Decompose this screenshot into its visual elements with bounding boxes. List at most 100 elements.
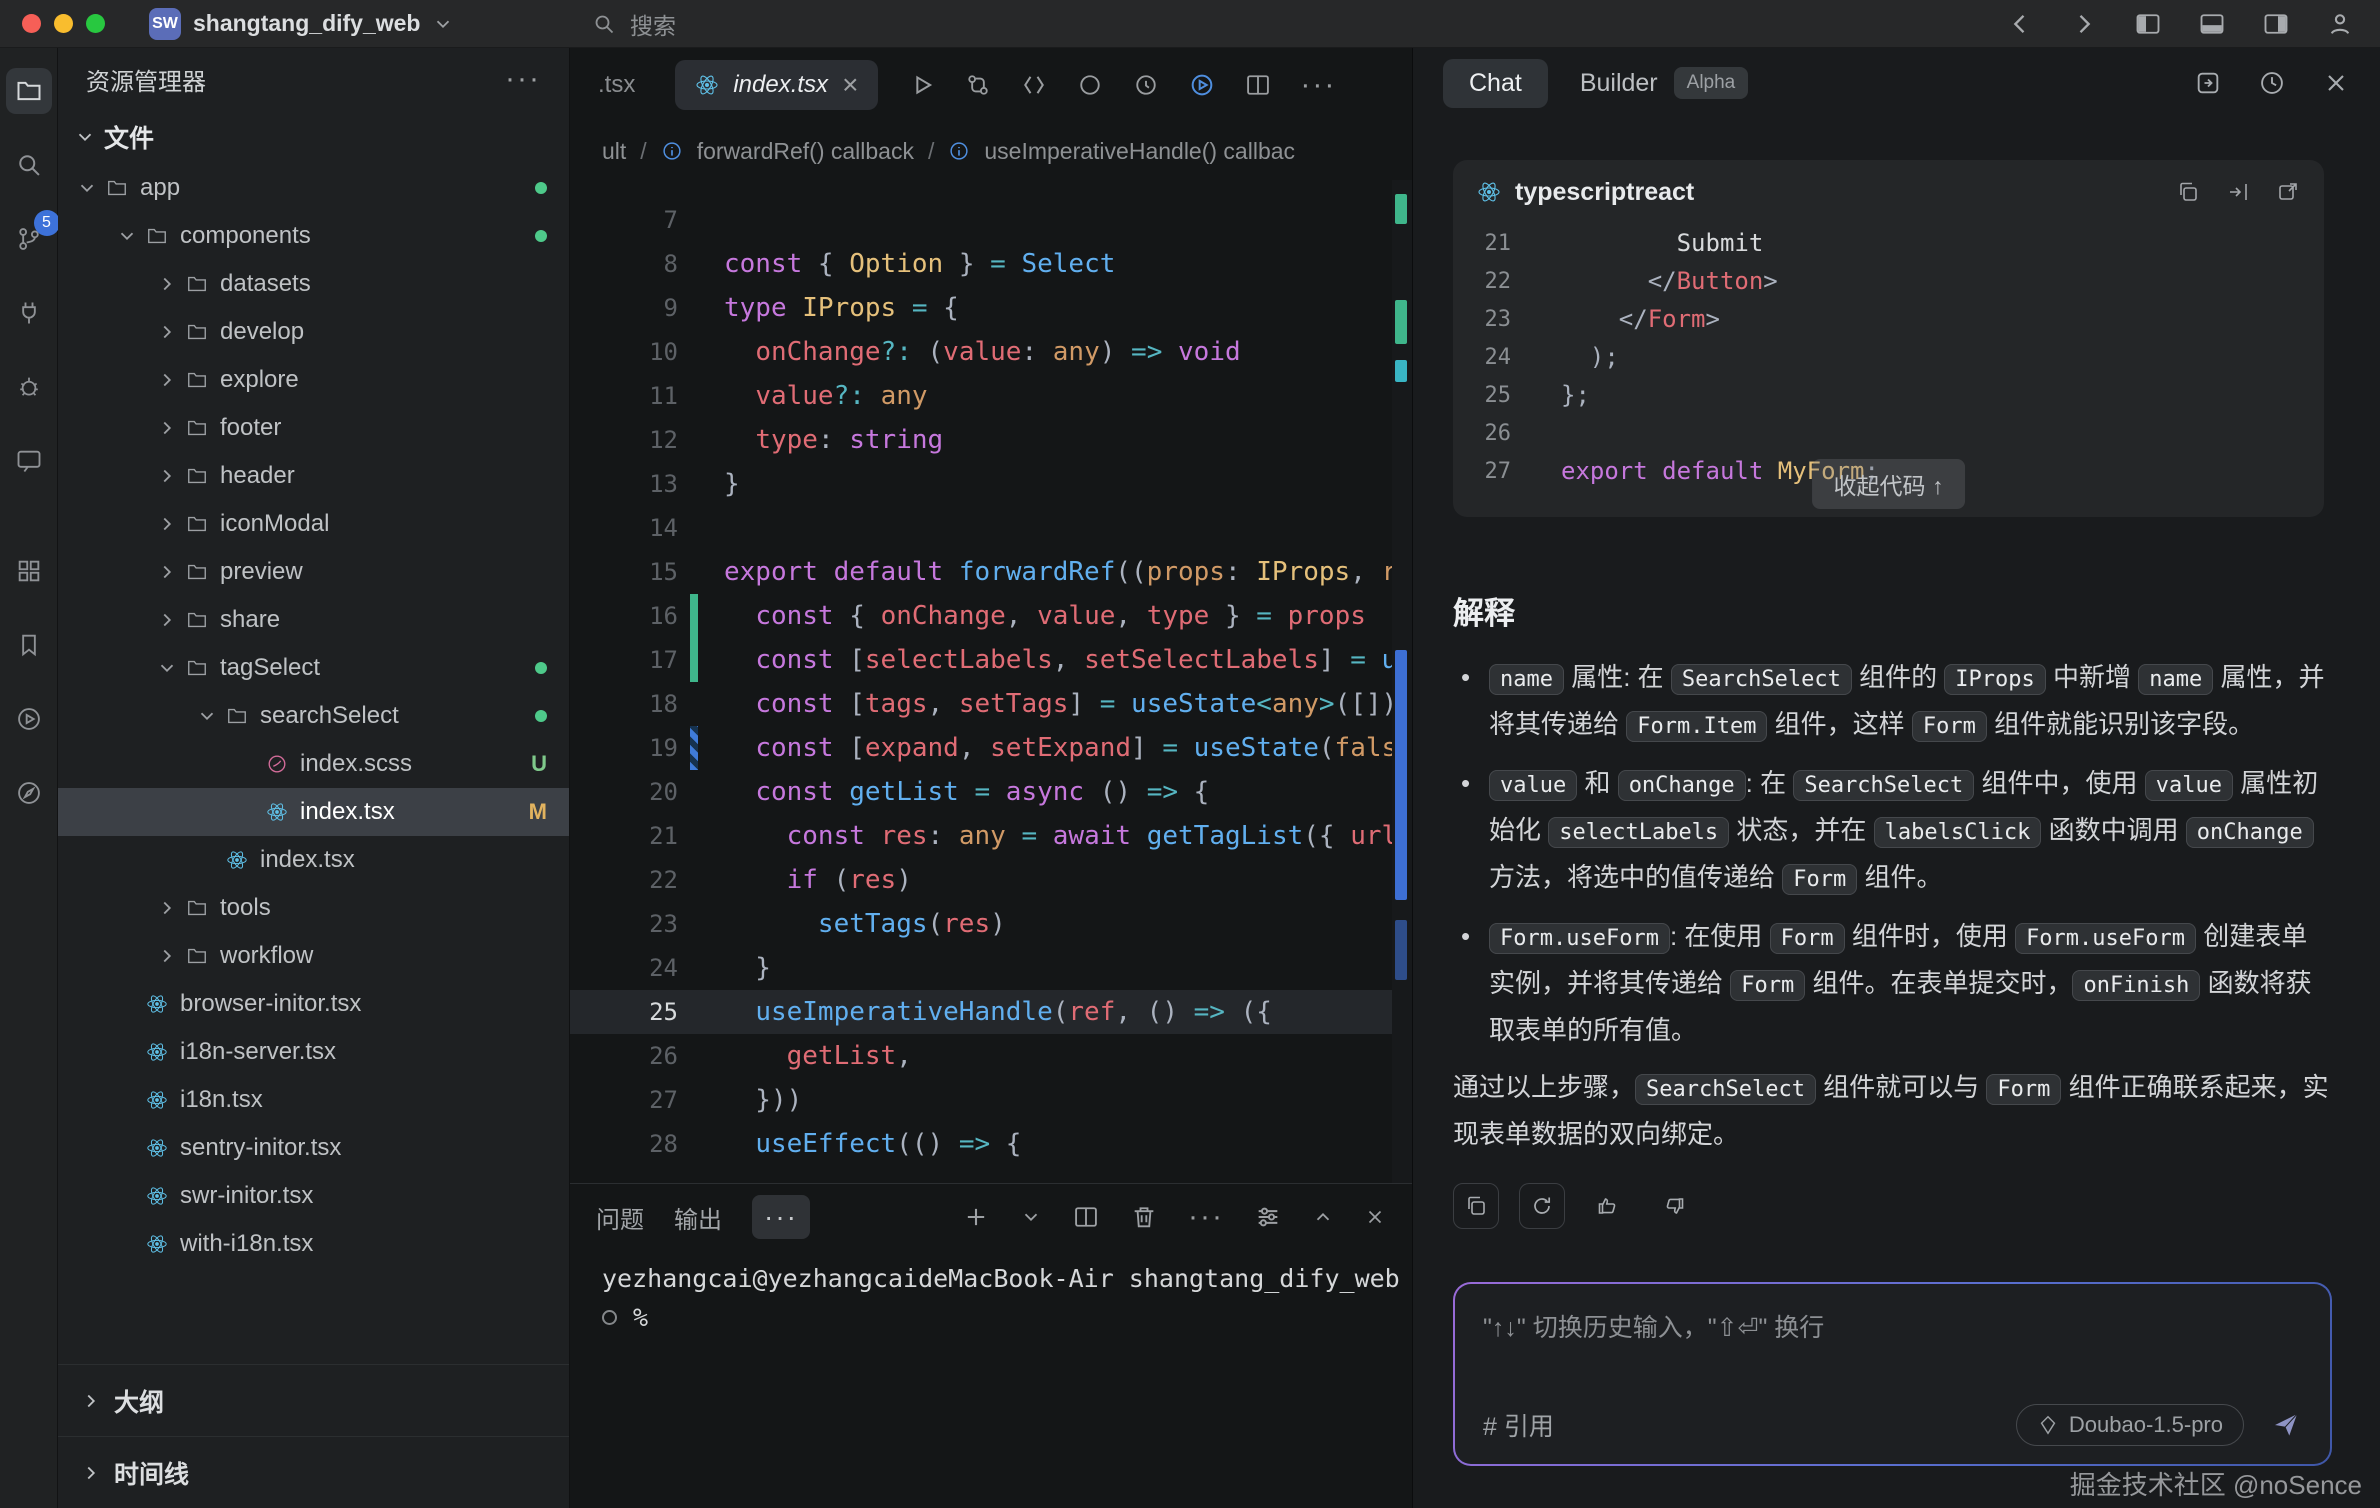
- trash-icon[interactable]: [1130, 1203, 1158, 1231]
- tree-item-app[interactable]: app: [58, 164, 569, 212]
- chevron-right-icon: [156, 417, 178, 439]
- timeline-section-header[interactable]: 时间线: [58, 1436, 569, 1508]
- regenerate-icon[interactable]: [1519, 1183, 1565, 1229]
- new-chat-icon[interactable]: [2194, 69, 2222, 97]
- reference-button[interactable]: # 引用: [1483, 1407, 1554, 1443]
- minimap[interactable]: [1392, 180, 1412, 1183]
- search-sidebar-icon[interactable]: [6, 142, 52, 188]
- maximize-panel-icon[interactable]: [1312, 1206, 1334, 1228]
- tree-item-header[interactable]: header: [58, 452, 569, 500]
- tree-item-sentry-initor.tsx[interactable]: sentry-initor.tsx: [58, 1124, 569, 1172]
- code-lines: 78const { Option } = Select9type IProps …: [570, 198, 1412, 1166]
- panel-more-icon[interactable]: ···: [1188, 1200, 1224, 1234]
- minimize-window-button[interactable]: [54, 14, 73, 33]
- insert-code-icon[interactable]: [2226, 180, 2250, 204]
- tree-item-tools[interactable]: tools: [58, 884, 569, 932]
- run-panel-icon[interactable]: [6, 696, 52, 742]
- close-chat-icon[interactable]: [2322, 69, 2350, 97]
- model-selector[interactable]: Doubao-1.5-pro: [2016, 1404, 2244, 1446]
- breadcrumb-item[interactable]: useImperativeHandle() callbac: [984, 138, 1295, 165]
- code-line-24: 24 }: [570, 946, 1412, 990]
- close-window-button[interactable]: [22, 14, 41, 33]
- tree-item-label: share: [220, 606, 547, 634]
- tree-item-datasets[interactable]: datasets: [58, 260, 569, 308]
- tree-item-browser-initor.tsx[interactable]: browser-initor.tsx: [58, 980, 569, 1028]
- tree-item-tagSelect[interactable]: tagSelect: [58, 644, 569, 692]
- outline-circle-icon[interactable]: [1076, 71, 1104, 99]
- sync-circle-icon[interactable]: [1132, 71, 1160, 99]
- remote-icon[interactable]: [6, 290, 52, 336]
- tab-builder[interactable]: Builder: [1580, 69, 1658, 98]
- new-terminal-icon[interactable]: [962, 1203, 990, 1231]
- tree-item-swr-initor.tsx[interactable]: swr-initor.tsx: [58, 1172, 569, 1220]
- bookmarks-icon[interactable]: [6, 622, 52, 668]
- tree-item-iconModal[interactable]: iconModal: [58, 500, 569, 548]
- collapse-code-button[interactable]: 收起代码 ↑: [1812, 459, 1966, 509]
- code-line-8: 8const { Option } = Select: [570, 242, 1412, 286]
- history-icon[interactable]: [2258, 69, 2286, 97]
- outline-section-label: 大纲: [114, 1383, 164, 1419]
- tab-problems[interactable]: 问题: [596, 1200, 644, 1235]
- send-icon[interactable]: [2270, 1409, 2302, 1441]
- forward-icon[interactable]: [2070, 10, 2098, 38]
- terminal-output[interactable]: yezhangcai@yezhangcaideMacBook-Air shang…: [570, 1250, 1412, 1508]
- tree-item-index.scss[interactable]: index.scssU: [58, 740, 569, 788]
- chevron-down-icon: [432, 13, 454, 35]
- thumbs-down-icon[interactable]: [1651, 1183, 1697, 1229]
- thumbs-up-icon[interactable]: [1585, 1183, 1631, 1229]
- tree-item-index.tsx[interactable]: index.tsx: [58, 836, 569, 884]
- debug-run-icon[interactable]: [1188, 71, 1216, 99]
- compass-icon[interactable]: [6, 770, 52, 816]
- tree-item-components[interactable]: components: [58, 212, 569, 260]
- explorer-icon[interactable]: [6, 68, 52, 114]
- breadcrumb-item[interactable]: ult: [602, 138, 626, 165]
- run-file-icon[interactable]: [908, 71, 936, 99]
- tree-item-share[interactable]: share: [58, 596, 569, 644]
- tree-item-with-i18n.tsx[interactable]: with-i18n.tsx: [58, 1220, 569, 1268]
- editor-more-icon[interactable]: ···: [1300, 68, 1336, 102]
- extensions-icon[interactable]: [6, 548, 52, 594]
- close-panel-icon[interactable]: [1364, 1206, 1386, 1228]
- breadcrumb-item[interactable]: forwardRef() callback: [697, 138, 914, 165]
- git-compare-icon[interactable]: [964, 71, 992, 99]
- explorer-more-icon[interactable]: ···: [505, 62, 541, 96]
- tree-item-footer[interactable]: footer: [58, 404, 569, 452]
- split-terminal-icon[interactable]: [1072, 1203, 1100, 1231]
- tree-item-index.tsx[interactable]: index.tsxM: [58, 788, 569, 836]
- tab-partial[interactable]: .tsx: [598, 71, 635, 99]
- tree-item-preview[interactable]: preview: [58, 548, 569, 596]
- tab-output[interactable]: 输出: [674, 1200, 722, 1235]
- filter-sliders-icon[interactable]: [1254, 1203, 1282, 1231]
- toggle-left-panel-icon[interactable]: [2134, 10, 2162, 38]
- tree-item-workflow[interactable]: workflow: [58, 932, 569, 980]
- code-brackets-icon[interactable]: [1020, 71, 1048, 99]
- tree-item-explore[interactable]: explore: [58, 356, 569, 404]
- terminal-dropdown-icon[interactable]: [1020, 1206, 1042, 1228]
- project-switcher[interactable]: SW shangtang_dify_web: [149, 8, 454, 40]
- tree-item-develop[interactable]: develop: [58, 308, 569, 356]
- tree-item-i18n.tsx[interactable]: i18n.tsx: [58, 1076, 569, 1124]
- toggle-right-panel-icon[interactable]: [2262, 10, 2290, 38]
- global-search[interactable]: 搜索: [592, 0, 676, 48]
- files-section-header[interactable]: 文件: [58, 110, 569, 164]
- feedback-icon[interactable]: [6, 438, 52, 484]
- open-in-editor-icon[interactable]: [2276, 180, 2300, 204]
- tree-item-i18n-server.tsx[interactable]: i18n-server.tsx: [58, 1028, 569, 1076]
- tab-chat[interactable]: Chat: [1443, 59, 1548, 108]
- tab-index-tsx[interactable]: index.tsx ×: [675, 60, 878, 110]
- zoom-window-button[interactable]: [86, 14, 105, 33]
- split-editor-icon[interactable]: [1244, 71, 1272, 99]
- tree-item-searchSelect[interactable]: searchSelect: [58, 692, 569, 740]
- back-icon[interactable]: [2006, 10, 2034, 38]
- source-control-icon[interactable]: 5: [6, 216, 52, 262]
- account-icon[interactable]: [2326, 10, 2354, 38]
- toggle-bottom-panel-icon[interactable]: [2198, 10, 2226, 38]
- panel-more-tab[interactable]: ···: [752, 1195, 810, 1239]
- outline-section-header[interactable]: 大纲: [58, 1364, 569, 1436]
- copy-message-icon[interactable]: [1453, 1183, 1499, 1229]
- close-tab-icon[interactable]: ×: [842, 71, 858, 99]
- tree-item-label: tagSelect: [220, 654, 527, 682]
- debug-icon[interactable]: [6, 364, 52, 410]
- copy-code-icon[interactable]: [2176, 180, 2200, 204]
- chat-input[interactable]: "↑↓" 切换历史输入，"⇧⏎" 换行 # 引用 Doubao-1.5-pro: [1455, 1284, 2330, 1464]
